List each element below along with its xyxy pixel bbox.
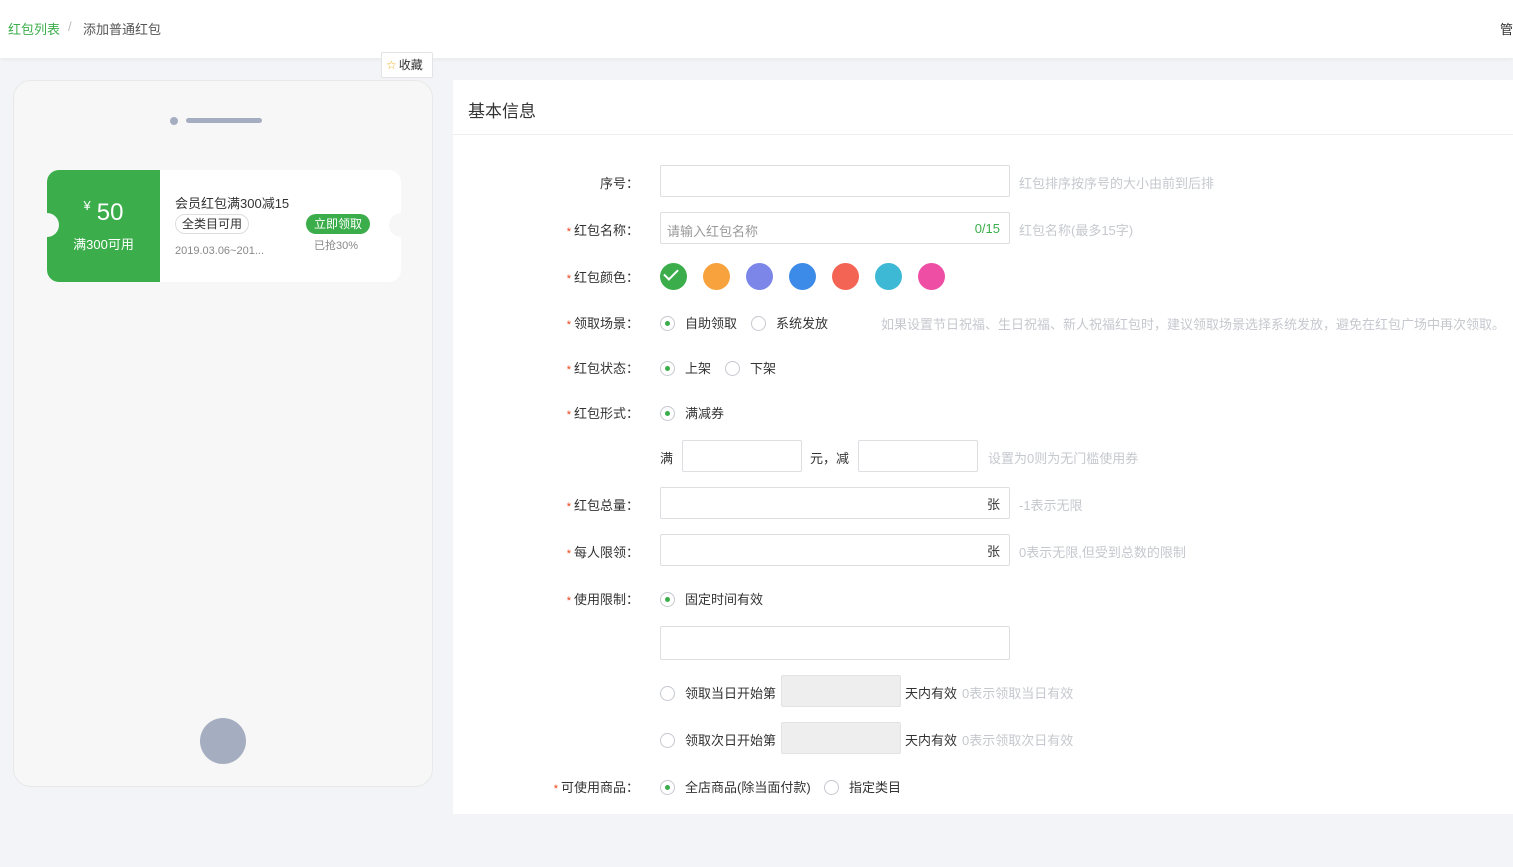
seq-hint: 红包排序按序号的大小由前到后排 [1019, 176, 1215, 191]
usage-next-day-suffix: 天内有效 [905, 733, 958, 748]
total-label: * 红包总量： [566, 498, 639, 513]
color-swatch[interactable] [918, 263, 945, 290]
color-swatch[interactable] [746, 263, 773, 290]
coupon-claim-button[interactable]: 立即领取 [306, 214, 370, 234]
status-radio-on[interactable] [660, 361, 675, 376]
coupon-title: 会员红包满300减15 [175, 196, 290, 211]
goods-option-all: 全店商品(除当面付款) [685, 780, 811, 795]
color-swatch[interactable] [875, 263, 902, 290]
color-swatch[interactable] [789, 263, 816, 290]
coupon-value-panel: ¥50 满300可用 [47, 170, 160, 282]
type-label: * 红包形式： [566, 406, 639, 421]
color-swatch[interactable] [703, 263, 730, 290]
type-option-discount: 满减券 [685, 406, 725, 421]
breadcrumb-current: 添加普通红包 [83, 22, 162, 37]
basic-info-panel: 基本信息 序号： 红包排序按序号的大小由前到后排 * 红包名称： 请输入红包名称 … [453, 80, 1513, 814]
name-hint: 红包名称(最多15字) [1019, 223, 1134, 238]
threshold-middle: 元，减 [810, 451, 850, 466]
coupon-grabbed-rate: 已抢30% [314, 240, 359, 252]
usage-next-day-hint: 0表示领取次日有效 [962, 733, 1074, 748]
goods-radio-category[interactable] [824, 780, 839, 795]
scene-radio-system[interactable] [751, 316, 766, 331]
scene-label: * 领取场景： [566, 316, 639, 331]
breadcrumb-parent-link[interactable]: 红包列表 [8, 19, 60, 38]
phone-preview: ¥50 满300可用 会员红包满300减15 全类目可用 2019.03.06~… [13, 80, 433, 787]
usage-same-day-hint: 0表示领取当日有效 [962, 686, 1074, 701]
color-swatch[interactable] [660, 263, 687, 290]
color-label: * 红包颜色： [566, 270, 639, 285]
name-input[interactable]: 请输入红包名称 0/15 [660, 212, 1010, 244]
scene-option-self: 自助领取 [685, 316, 738, 331]
manage-menu[interactable]: 管 [1500, 19, 1513, 38]
discount-amount-input[interactable] [858, 440, 978, 472]
coupon-amount: 50 [96, 199, 124, 226]
favorite-button[interactable]: ☆ 收藏 [381, 52, 433, 78]
scene-hint: 如果设置节日祝福、生日祝福、新人祝福红包时，建议领取场景选择系统发放，避免在红包… [881, 317, 1506, 332]
breadcrumb-separator: / [68, 19, 72, 34]
section-title: 基本信息 [468, 102, 536, 121]
scene-radio-self[interactable] [660, 316, 675, 331]
usage-radio-next-day[interactable] [660, 733, 675, 748]
usage-next-day-input[interactable] [781, 722, 901, 754]
section-divider [453, 134, 1513, 135]
top-bar: 红包列表 / 添加普通红包 管 [0, 0, 1513, 58]
coupon-notch-right [389, 213, 401, 237]
usage-next-day-prefix: 领取次日开始第 [685, 733, 777, 748]
seq-label: 序号： [599, 176, 639, 191]
threshold-amount-input[interactable] [682, 440, 802, 472]
total-input[interactable]: 张 [660, 487, 1010, 519]
usage-same-day-input[interactable] [781, 675, 901, 707]
type-radio-discount[interactable] [660, 406, 675, 421]
total-unit: 张 [986, 497, 1000, 512]
goods-radio-all[interactable] [660, 780, 675, 795]
usage-same-day-prefix: 领取当日开始第 [685, 686, 777, 701]
status-option-on: 上架 [685, 361, 712, 376]
check-icon [663, 265, 679, 281]
goods-option-category: 指定类目 [849, 780, 902, 795]
favorite-label: 收藏 [398, 58, 423, 72]
coupon-date: 2019.03.06~201... [175, 245, 264, 257]
color-swatch[interactable] [832, 263, 859, 290]
status-option-off: 下架 [750, 361, 777, 376]
per-user-label: * 每人限领： [566, 545, 639, 560]
coupon-currency: ¥ [83, 198, 91, 213]
coupon-card: ¥50 满300可用 会员红包满300减15 全类目可用 2019.03.06~… [47, 170, 401, 282]
phone-speaker-bar [186, 118, 262, 123]
status-radio-off[interactable] [725, 361, 740, 376]
usage-date-range-input[interactable] [660, 626, 1010, 660]
usage-option-fixed: 固定时间有效 [685, 592, 764, 607]
phone-camera-dot [170, 117, 178, 125]
name-char-count: 0/15 [974, 221, 1000, 236]
coupon-condition: 满300可用 [73, 237, 134, 252]
seq-input[interactable] [660, 165, 1010, 197]
name-label: * 红包名称： [566, 223, 639, 238]
coupon-category-tag: 全类目可用 [175, 214, 250, 234]
phone-home-button [200, 718, 246, 764]
per-user-input[interactable]: 张 [660, 534, 1010, 566]
status-label: * 红包状态： [566, 361, 639, 376]
star-icon: ☆ [386, 58, 397, 72]
goods-label: * 可使用商品： [553, 780, 639, 795]
per-user-unit: 张 [986, 544, 1000, 559]
usage-radio-fixed[interactable] [660, 592, 675, 607]
usage-radio-same-day[interactable] [660, 686, 675, 701]
usage-label: * 使用限制： [566, 592, 639, 607]
threshold-prefix: 满 [660, 451, 674, 466]
usage-same-day-suffix: 天内有效 [905, 686, 958, 701]
threshold-hint: 设置为0则为无门槛使用券 [988, 451, 1139, 466]
name-placeholder: 请输入红包名称 [667, 224, 759, 239]
total-hint: -1表示无限 [1019, 498, 1083, 513]
per-user-hint: 0表示无限,但受到总数的限制 [1019, 545, 1186, 560]
scene-option-system: 系统发放 [776, 316, 829, 331]
